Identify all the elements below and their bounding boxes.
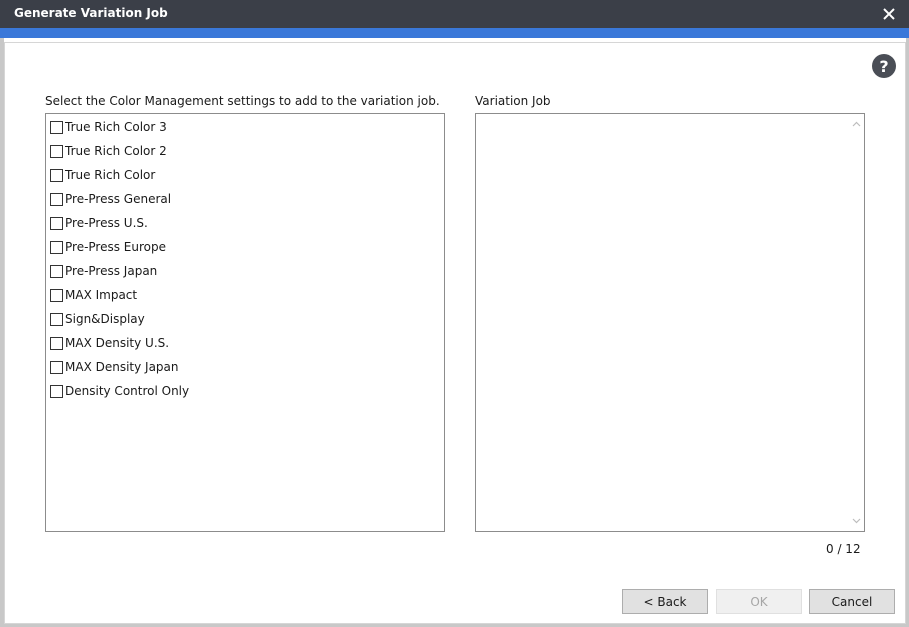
chevron-up-icon — [852, 121, 860, 127]
color-settings-list[interactable]: True Rich Color 3 True Rich Color 2 True… — [45, 113, 445, 532]
checkbox-item[interactable]: Pre-Press Europe — [50, 237, 166, 257]
checkbox-item[interactable]: True Rich Color 2 — [50, 141, 167, 161]
checkbox-item[interactable]: Density Control Only — [50, 381, 189, 401]
checkbox-label: MAX Density U.S. — [65, 336, 170, 350]
close-button[interactable] — [877, 3, 901, 25]
checkbox-item[interactable]: MAX Density Japan — [50, 357, 179, 377]
checkbox[interactable] — [50, 120, 63, 134]
checkbox[interactable] — [50, 360, 63, 374]
checkbox-label: Pre-Press Japan — [65, 264, 158, 278]
scrollbar[interactable] — [848, 114, 864, 531]
checkbox-item[interactable]: True Rich Color 3 — [50, 117, 167, 137]
checkbox[interactable] — [50, 168, 63, 182]
title-bar: Generate Variation Job — [0, 0, 909, 28]
checkbox-item[interactable]: Pre-Press Japan — [50, 261, 157, 281]
help-icon[interactable]: ? — [872, 54, 896, 78]
checkbox[interactable] — [50, 312, 63, 326]
variation-job-list[interactable] — [475, 113, 865, 532]
color-settings-label: Select the Color Management settings to … — [45, 94, 440, 108]
checkbox-label: True Rich Color 3 — [65, 120, 167, 134]
back-button[interactable]: < Back — [622, 589, 708, 614]
checkbox-label: True Rich Color 2 — [65, 144, 167, 158]
checkbox-label: True Rich Color — [65, 168, 156, 182]
checkbox[interactable] — [50, 264, 63, 278]
checkbox-item[interactable]: True Rich Color — [50, 165, 155, 185]
chevron-down-icon — [852, 518, 860, 524]
close-icon — [883, 8, 895, 20]
variation-job-label: Variation Job — [475, 94, 551, 108]
scroll-down-button[interactable] — [848, 513, 864, 529]
checkbox[interactable] — [50, 192, 63, 206]
checkbox-label: Sign&Display — [65, 312, 145, 326]
checkbox[interactable] — [50, 216, 63, 230]
ok-button[interactable]: OK — [716, 589, 802, 614]
checkbox-label: Pre-Press U.S. — [65, 216, 148, 230]
window-title: Generate Variation Job — [14, 6, 168, 20]
checkbox-item[interactable]: MAX Impact — [50, 285, 137, 305]
checkbox[interactable] — [50, 288, 63, 302]
checkbox-label: Pre-Press Europe — [65, 240, 167, 254]
checkbox-label: Pre-Press General — [65, 192, 172, 206]
checkbox-label: MAX Density Japan — [65, 360, 179, 374]
checkbox[interactable] — [50, 240, 63, 254]
checkbox-item[interactable]: MAX Density U.S. — [50, 333, 169, 353]
scroll-up-button[interactable] — [848, 116, 864, 132]
checkbox-item[interactable]: Pre-Press U.S. — [50, 213, 148, 233]
checkbox-item[interactable]: Sign&Display — [50, 309, 145, 329]
checkbox[interactable] — [50, 336, 63, 350]
cancel-button[interactable]: Cancel — [809, 589, 895, 614]
checkbox[interactable] — [50, 384, 63, 398]
checkbox[interactable] — [50, 144, 63, 158]
checkbox-item[interactable]: Pre-Press General — [50, 189, 171, 209]
selection-counter: 0 / 12 — [826, 542, 861, 556]
accent-strip — [0, 28, 909, 38]
checkbox-label: Density Control Only — [65, 384, 190, 398]
checkbox-label: MAX Impact — [65, 288, 138, 302]
